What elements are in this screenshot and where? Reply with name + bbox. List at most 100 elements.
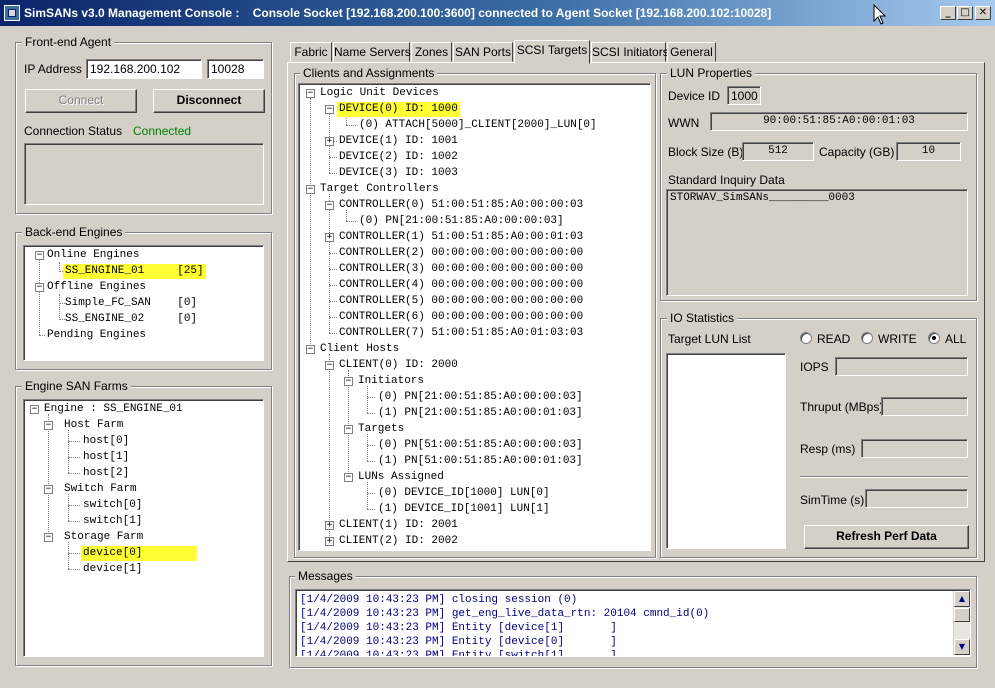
tree-node-controller-3[interactable]: CONTROLLER(3) 00:00:00:00:00:00:00:00 — [337, 262, 585, 277]
tree-node-device-0[interactable]: DEVICE(0) ID: 1000 — [337, 102, 460, 117]
connect-button[interactable]: Connect — [25, 89, 137, 113]
tab-general[interactable]: General — [667, 42, 716, 62]
tab-san-ports[interactable]: SAN Ports — [453, 42, 513, 62]
tree-node-lun-0[interactable]: (0) DEVICE_ID[1000] LUN[0] — [376, 486, 552, 501]
maximize-button[interactable]: □ — [957, 6, 973, 20]
resp-field[interactable] — [861, 439, 968, 458]
tree-node-host-0[interactable]: host[0] — [81, 434, 131, 449]
target-lun-list[interactable] — [666, 353, 786, 549]
tree-node-host-farm[interactable]: Host Farm — [62, 418, 125, 433]
tab-name-servers[interactable]: Name Servers — [333, 42, 411, 62]
tree-node-online-engines[interactable]: Online Engines — [45, 248, 141, 263]
device-id-field[interactable]: 1000 — [727, 86, 761, 105]
tree-node-targets[interactable]: Targets — [356, 422, 406, 437]
expand-icon[interactable]: + — [325, 233, 334, 242]
simtime-field[interactable] — [865, 489, 968, 508]
inquiry-data-field[interactable]: STORWAV_SimSANs_________0003 — [666, 189, 968, 296]
collapse-icon[interactable]: − — [306, 185, 315, 194]
tree-node-controller-2[interactable]: CONTROLLER(2) 00:00:00:00:00:00:00:00 — [337, 246, 585, 261]
collapse-icon[interactable]: − — [35, 283, 44, 292]
block-size-field[interactable]: 512 — [742, 142, 814, 161]
tree-node-client-hosts[interactable]: Client Hosts — [318, 342, 401, 357]
tree-node-switch-0[interactable]: switch[0] — [81, 498, 144, 513]
tree-node-host-1[interactable]: host[1] — [81, 450, 131, 465]
title-bar[interactable]: SimSANs v3.0 Management Console : Consol… — [0, 0, 995, 26]
tree-node-controller-1[interactable]: CONTROLLER(1) 51:00:51:85:A0:00:01:03 — [337, 230, 585, 245]
minimize-button[interactable]: _ — [940, 6, 956, 20]
tree-node-controller-0[interactable]: CONTROLLER(0) 51:00:51:85:A0:00:00:03 — [337, 198, 585, 213]
thruput-field[interactable] — [881, 397, 968, 416]
tree-node-offline-engines[interactable]: Offline Engines — [45, 280, 148, 295]
collapse-icon[interactable]: − — [344, 377, 353, 386]
ip-address-input[interactable]: 192.168.200.102 — [86, 59, 202, 79]
tree-node-device-1[interactable]: DEVICE(1) ID: 1001 — [337, 134, 460, 149]
scroll-up-icon[interactable]: ▲ — [954, 591, 970, 607]
tree-node-ss-engine-02[interactable]: SS_ENGINE_02 [0] — [63, 312, 199, 327]
tab-scsi-initiators[interactable]: SCSI Initiators — [591, 42, 669, 62]
tree-node-device-2[interactable]: DEVICE(2) ID: 1002 — [337, 150, 460, 165]
backend-engines-tree[interactable]: − − Online Engines SS_ENGINE_01 [25] Off… — [23, 245, 264, 361]
tab-zones[interactable]: Zones — [411, 42, 452, 62]
tab-fabric[interactable]: Fabric — [290, 42, 332, 62]
tree-node-controller-5[interactable]: CONTROLLER(5) 00:00:00:00:00:00:00:00 — [337, 294, 585, 309]
tree-node-initiators[interactable]: Initiators — [356, 374, 426, 389]
tree-node-device-3[interactable]: DEVICE(3) ID: 1003 — [337, 166, 460, 181]
messages-scrollbar[interactable]: ▲ ▼ — [953, 591, 970, 655]
all-radio[interactable] — [928, 332, 940, 344]
tree-node-controller-7[interactable]: CONTROLLER(7) 51:00:51:85:A0:01:03:03 — [337, 326, 585, 341]
collapse-icon[interactable]: − — [325, 361, 334, 370]
tree-node-simple-fc-san[interactable]: Simple_FC_SAN [0] — [63, 296, 199, 311]
collapse-icon[interactable]: − — [325, 105, 334, 114]
collapse-icon[interactable]: − — [306, 345, 315, 354]
tree-node-lun-1[interactable]: (1) DEVICE_ID[1001] LUN[1] — [376, 502, 552, 517]
port-input[interactable]: 10028 — [207, 59, 264, 79]
iops-field[interactable] — [835, 357, 968, 376]
expand-icon[interactable]: + — [325, 521, 334, 530]
scroll-thumb[interactable] — [954, 608, 970, 622]
messages-log[interactable]: [1/4/2009 10:43:23 PM] closing session (… — [295, 589, 971, 657]
disconnect-button[interactable]: Disconnect — [153, 89, 265, 113]
tree-node-attach[interactable]: (0) ATTACH[5000]_CLIENT[2000]_LUN[0] — [357, 118, 599, 133]
read-radio[interactable] — [800, 332, 812, 344]
tree-node-pending-engines[interactable]: Pending Engines — [45, 328, 148, 343]
tree-node-engine[interactable]: Engine : SS_ENGINE_01 — [42, 402, 185, 417]
collapse-icon[interactable]: − — [30, 405, 39, 414]
tree-node-device-1[interactable]: device[1] — [81, 562, 144, 577]
scroll-down-icon[interactable]: ▼ — [954, 639, 970, 655]
tree-node-target-1[interactable]: (1) PN[51:00:51:85:A0:00:01:03] — [376, 454, 585, 469]
tree-node-initiator-1[interactable]: (1) PN[21:00:51:85:A0:00:01:03] — [376, 406, 585, 421]
tree-node-switch-1[interactable]: switch[1] — [81, 514, 144, 529]
wwn-field[interactable]: 90:00:51:85:A0:00:01:03 — [710, 112, 968, 131]
tree-node-controller-0-pn[interactable]: (0) PN[21:00:51:85:A0:00:00:03] — [357, 214, 566, 229]
collapse-icon[interactable]: − — [306, 89, 315, 98]
tree-node-luns-assigned[interactable]: LUNs Assigned — [356, 470, 446, 485]
tree-node-controller-4[interactable]: CONTROLLER(4) 00:00:00:00:00:00:00:00 — [337, 278, 585, 293]
tree-node-switch-farm[interactable]: Switch Farm — [62, 482, 139, 497]
tree-node-target-0[interactable]: (0) PN[51:00:51:85:A0:00:00:03] — [376, 438, 585, 453]
collapse-icon[interactable]: − — [325, 201, 334, 210]
tree-node-controller-6[interactable]: CONTROLLER(6) 00:00:00:00:00:00:00:00 — [337, 310, 585, 325]
tree-node-client-2[interactable]: CLIENT(2) ID: 2002 — [337, 534, 460, 549]
expand-icon[interactable]: + — [325, 137, 334, 146]
collapse-icon[interactable]: − — [44, 421, 53, 430]
tree-node-target-controllers[interactable]: Target Controllers — [318, 182, 441, 197]
write-radio[interactable] — [861, 332, 873, 344]
tree-node-logic-unit-devices[interactable]: Logic Unit Devices — [318, 86, 441, 101]
tree-node-initiator-0[interactable]: (0) PN[21:00:51:85:A0:00:00:03] — [376, 390, 585, 405]
tree-node-client-0[interactable]: CLIENT(0) ID: 2000 — [337, 358, 460, 373]
collapse-icon[interactable]: − — [35, 251, 44, 260]
tree-node-storage-farm[interactable]: Storage Farm — [62, 530, 145, 545]
collapse-icon[interactable]: − — [44, 485, 53, 494]
tree-node-ss-engine-01[interactable]: SS_ENGINE_01 [25] — [63, 264, 206, 279]
collapse-icon[interactable]: − — [44, 533, 53, 542]
collapse-icon[interactable]: − — [344, 425, 353, 434]
close-button[interactable]: ✕ — [975, 6, 991, 20]
tree-node-device-0[interactable]: device[0] — [81, 546, 197, 561]
expand-icon[interactable]: + — [325, 537, 334, 546]
collapse-icon[interactable]: − — [344, 473, 353, 482]
tree-node-host-2[interactable]: host[2] — [81, 466, 131, 481]
clients-tree[interactable]: − − + − − + − − − − − + + Logic Unit Dev… — [298, 83, 651, 551]
capacity-field[interactable]: 10 — [896, 142, 961, 161]
tree-node-client-1[interactable]: CLIENT(1) ID: 2001 — [337, 518, 460, 533]
refresh-perf-data-button[interactable]: Refresh Perf Data — [804, 525, 969, 549]
